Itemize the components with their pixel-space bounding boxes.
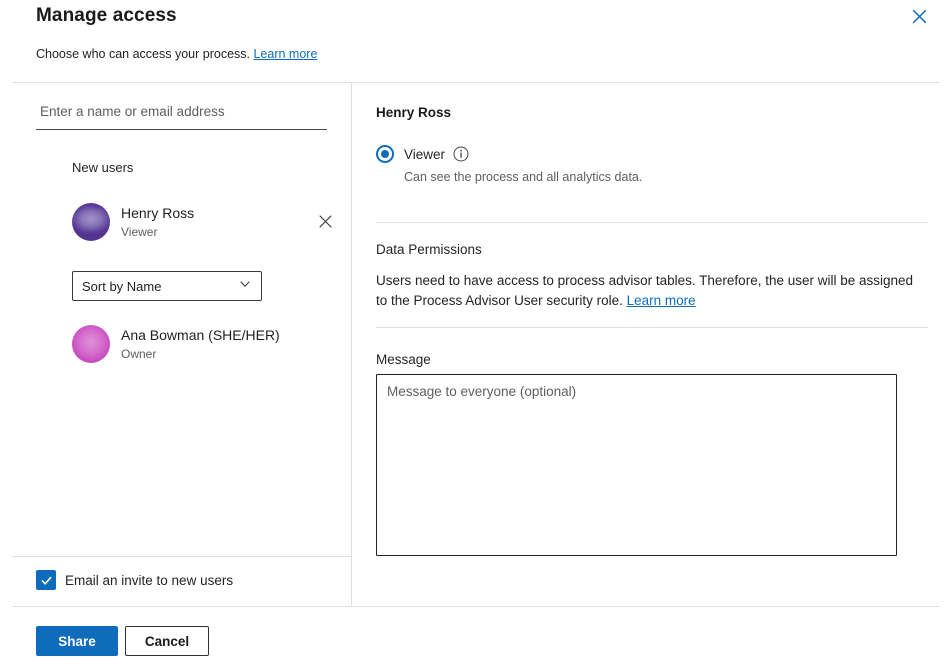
info-icon[interactable]	[453, 146, 469, 162]
role-description: Can see the process and all analytics da…	[404, 170, 642, 184]
selected-user-name: Henry Ross	[376, 105, 451, 120]
data-permissions-body: Users need to have access to process adv…	[376, 271, 924, 311]
panel-divider	[351, 83, 352, 606]
user-name: Ana Bowman (SHE/HER)	[121, 327, 280, 344]
subtitle-text: Choose who can access your process.	[36, 47, 250, 61]
list-item-existing-user[interactable]: Ana Bowman (SHE/HER) Owner	[72, 325, 342, 363]
email-invite-label: Email an invite to new users	[65, 573, 233, 588]
learn-more-link-header[interactable]: Learn more	[253, 47, 317, 61]
email-invite-checkbox-row[interactable]: Email an invite to new users	[36, 570, 233, 590]
role-radio-viewer[interactable]: Viewer	[376, 145, 469, 163]
subtitle: Choose who can access your process. Lear…	[36, 47, 317, 61]
remove-x-icon	[319, 215, 332, 231]
user-role: Owner	[121, 347, 280, 361]
close-button[interactable]	[906, 5, 932, 31]
message-label: Message	[376, 352, 431, 367]
user-role: Viewer	[121, 225, 194, 239]
radio-selected-icon[interactable]	[376, 145, 394, 163]
new-users-heading: New users	[72, 160, 133, 175]
left-footer-divider	[12, 556, 351, 557]
page-title: Manage access	[36, 5, 177, 27]
sort-dropdown-value: Sort by Name	[82, 279, 161, 294]
search-input[interactable]	[36, 100, 327, 130]
header-divider	[12, 82, 940, 83]
list-item-new-user[interactable]: Henry Ross Viewer	[72, 203, 332, 241]
role-radio-label: Viewer	[404, 147, 445, 162]
avatar	[72, 325, 110, 363]
avatar	[72, 203, 110, 241]
remove-user-button[interactable]	[314, 212, 336, 234]
data-permissions-heading: Data Permissions	[376, 242, 482, 257]
checkbox-checked-icon[interactable]	[36, 570, 56, 590]
message-textarea[interactable]	[376, 374, 897, 556]
learn-more-link-permissions[interactable]: Learn more	[627, 293, 696, 308]
sort-dropdown[interactable]: Sort by Name	[72, 271, 262, 301]
footer-divider	[12, 606, 940, 607]
close-icon	[912, 9, 927, 27]
section-divider-1	[376, 222, 928, 223]
chevron-down-icon	[239, 277, 251, 295]
share-button[interactable]: Share	[36, 626, 118, 656]
cancel-button[interactable]: Cancel	[125, 626, 209, 656]
user-name: Henry Ross	[121, 205, 194, 222]
section-divider-2	[376, 327, 928, 328]
